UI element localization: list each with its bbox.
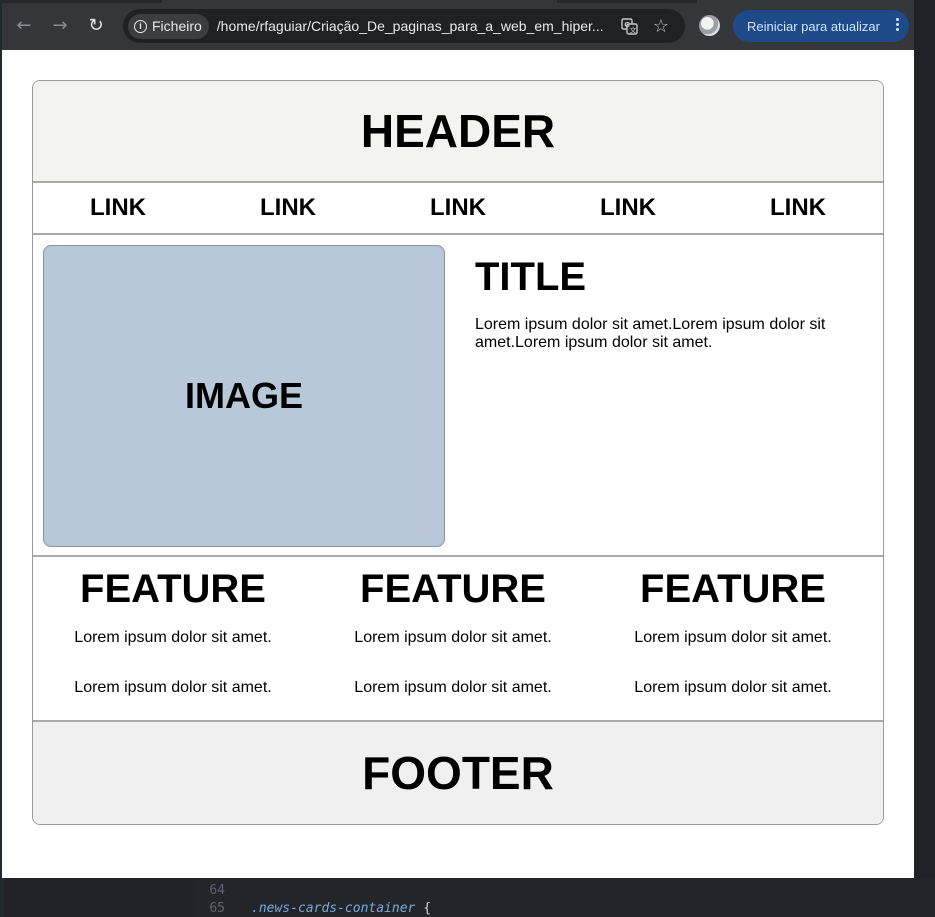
- bookmark-star-icon[interactable]: ☆: [651, 16, 671, 36]
- update-button-label: Reiniciar para atualizar: [747, 18, 880, 34]
- page-header: HEADER: [33, 81, 883, 183]
- nav-link[interactable]: LINK: [33, 194, 203, 222]
- feature-text: Lorem ipsum dolor sit amet.: [354, 629, 552, 646]
- info-icon: i: [134, 19, 147, 33]
- tab-strip-hint: [557, 0, 697, 3]
- feature-text: Lorem ipsum dolor sit amet.: [74, 629, 272, 646]
- tab-strip-hint: [2, 0, 162, 3]
- nav-link[interactable]: LINK: [543, 194, 713, 222]
- url-text[interactable]: /home/rfaguiar/Criação_De_paginas_para_a…: [217, 18, 607, 34]
- main-title: TITLE: [475, 255, 587, 299]
- code-line: 65 .news-cards-container {: [197, 901, 431, 916]
- address-bar[interactable]: i Ficheiro /home/rfaguiar/Criação_De_pag…: [123, 9, 685, 43]
- image-placeholder: IMAGE: [43, 245, 445, 547]
- feature-card: FEATURE Lorem ipsum dolor sit amet. Lore…: [33, 557, 313, 720]
- browser-window: ← → ↻ i Ficheiro /home/rfaguiar/Criação_…: [2, 0, 914, 878]
- site-info-chip[interactable]: i Ficheiro: [128, 13, 209, 39]
- code-text: .news-cards-container: [251, 901, 416, 916]
- line-number: 65: [209, 901, 225, 916]
- feature-text: Lorem ipsum dolor sit amet.: [354, 679, 552, 696]
- reload-icon[interactable]: ↻: [79, 8, 113, 42]
- site-info-label: Ficheiro: [152, 18, 202, 34]
- feature-text: Lorem ipsum dolor sit amet.: [634, 679, 832, 696]
- profile-avatar[interactable]: [699, 15, 720, 36]
- update-button[interactable]: Reiniciar para atualizar: [733, 10, 909, 42]
- features-section: FEATURE Lorem ipsum dolor sit amet. Lore…: [33, 557, 883, 722]
- main-section: IMAGE TITLE Lorem ipsum dolor sit amet.L…: [33, 235, 883, 557]
- nav-link[interactable]: LINK: [373, 194, 543, 222]
- feature-title: FEATURE: [80, 567, 266, 611]
- feature-title: FEATURE: [640, 567, 826, 611]
- forward-icon[interactable]: →: [43, 8, 77, 42]
- main-body-text: Lorem ipsum dolor sit amet.Lorem ipsum d…: [475, 316, 826, 351]
- browser-toolbar: ← → ↻ i Ficheiro /home/rfaguiar/Criação_…: [2, 0, 914, 50]
- feature-card: FEATURE Lorem ipsum dolor sit amet. Lore…: [593, 557, 873, 720]
- line-number: 64: [209, 883, 225, 898]
- nav-link[interactable]: LINK: [713, 194, 883, 222]
- nav-link[interactable]: LINK: [203, 194, 373, 222]
- translate-icon[interactable]: G 文: [619, 16, 639, 36]
- code-brace: {: [415, 901, 432, 916]
- feature-text: Lorem ipsum dolor sit amet.: [74, 679, 272, 696]
- page-footer: FOOTER: [33, 722, 883, 824]
- feature-text: Lorem ipsum dolor sit amet.: [634, 629, 832, 646]
- feature-title: FEATURE: [360, 567, 546, 611]
- nav-bar: LINK LINK LINK LINK LINK: [33, 183, 883, 235]
- feature-card: FEATURE Lorem ipsum dolor sit amet. Lore…: [313, 557, 593, 720]
- svg-text:文: 文: [629, 25, 636, 34]
- code-line: 64: [197, 883, 251, 898]
- page-layout: HEADER LINK LINK LINK LINK LINK IMAGE TI…: [32, 80, 884, 825]
- menu-kebab-icon[interactable]: [896, 18, 899, 31]
- image-label: IMAGE: [184, 375, 303, 416]
- back-icon[interactable]: ←: [7, 8, 41, 42]
